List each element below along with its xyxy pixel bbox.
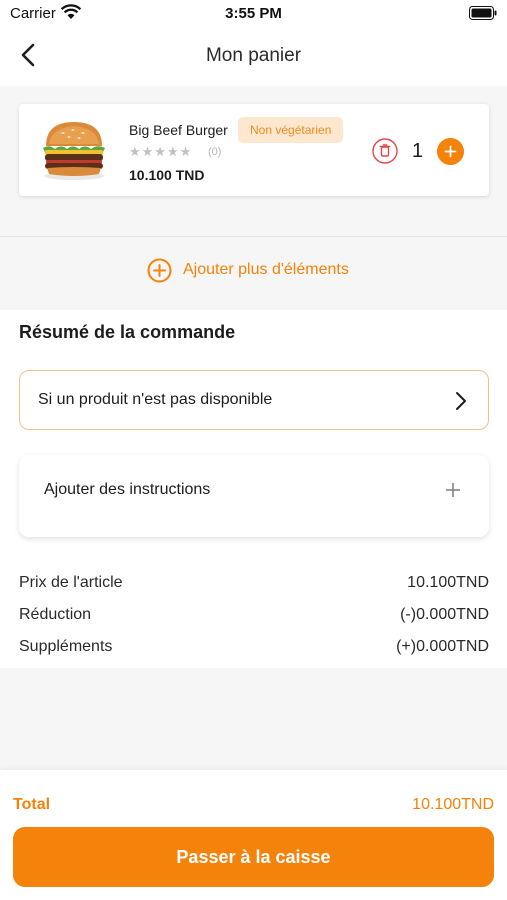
extras-label: Suppléments [19, 638, 113, 655]
cart-item: Big Beef Burger Non végétarien ★★★★★ (0)… [19, 104, 489, 196]
extras-value: (+)0.000TND [396, 638, 489, 655]
discount-value: (-)0.000TND [400, 606, 489, 623]
checkout-button[interactable]: Passer à la caisse [13, 827, 494, 887]
order-summary-title: Résumé de la commande [19, 322, 236, 342]
plus-circle-icon [147, 258, 172, 282]
plus-icon [446, 483, 460, 497]
discount-label: Réduction [19, 606, 92, 623]
item-price: 10.100 TND [129, 167, 205, 183]
item-name[interactable]: Big Beef Burger [129, 122, 228, 138]
add-more-items-button[interactable]: Ajouter plus d'éléments [147, 257, 349, 283]
spacer [0, 668, 507, 770]
non-veg-badge: Non végétarien [238, 117, 344, 143]
review-count: (0) [208, 146, 222, 158]
status-bar: Carrier 3:55 PM [0, 0, 507, 28]
page-title: Mon panier [205, 45, 302, 66]
burger-image [43, 122, 105, 180]
chevron-right-icon [456, 392, 466, 410]
item-price-label: Prix de l'article [19, 574, 123, 591]
item-price-value: 10.100TND [407, 574, 489, 591]
increase-quantity-button[interactable] [437, 138, 464, 165]
total-value: 10.100TND [412, 796, 494, 813]
battery-icon [469, 6, 497, 20]
add-more-section: Ajouter plus d'éléments [0, 237, 507, 310]
add-more-label: Ajouter plus d'éléments [183, 261, 349, 278]
cart-section: Big Beef Burger Non végétarien ★★★★★ (0)… [0, 86, 507, 236]
nav-bar: Mon panier [0, 28, 507, 86]
quantity-value: 1 [412, 140, 424, 162]
unavailable-product-label: Si un produit n'est pas disponible [38, 391, 273, 408]
trash-icon[interactable] [372, 138, 398, 164]
checkout-footer: Total 10.100TND Passer à la caisse [0, 770, 507, 900]
total-label: Total [13, 796, 51, 813]
add-instructions-button[interactable]: Ajouter des instructions [19, 455, 489, 537]
status-time: 3:55 PM [225, 5, 282, 22]
unavailable-product-option[interactable]: Si un produit n'est pas disponible [19, 370, 489, 430]
rating-stars: ★★★★★ [129, 144, 193, 159]
add-instructions-label: Ajouter des instructions [44, 481, 211, 498]
